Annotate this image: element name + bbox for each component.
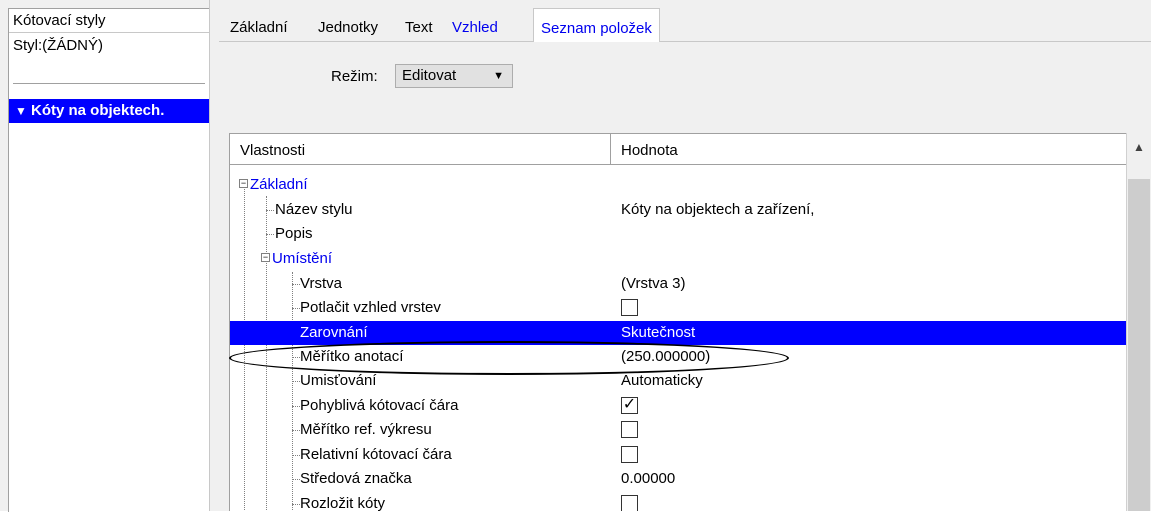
property-row[interactable]: Měřítko anotací (250.000000) bbox=[230, 345, 1126, 369]
property-value[interactable]: (Vrstva 3) bbox=[621, 272, 685, 296]
tree-line bbox=[292, 479, 300, 480]
properties-panel: Základní Jednotky Text Vzhled Seznam pol… bbox=[219, 0, 1151, 511]
styles-list: Kótovací styly Styl:(ŽÁDNÝ) ▼ Kóty na obj… bbox=[8, 8, 209, 512]
grid-header: Vlastnosti Hodnota bbox=[230, 134, 1126, 165]
property-row[interactable]: Relativní kótovací čára bbox=[230, 443, 1126, 467]
mode-label: Režim: bbox=[331, 68, 378, 85]
property-name: Měřítko anotací bbox=[300, 348, 404, 365]
property-name: Potlačit vzhled vrstev bbox=[300, 299, 441, 316]
property-name: Popis bbox=[275, 225, 313, 242]
style-item-koty-na-objektech[interactable]: ▼ Kóty na objektech. bbox=[9, 99, 209, 123]
tree-line bbox=[292, 308, 300, 309]
property-row[interactable]: Středová značka 0.00000 bbox=[230, 467, 1126, 491]
panel-splitter[interactable] bbox=[209, 0, 219, 511]
property-row[interactable]: Rozložit kóty bbox=[230, 492, 1126, 511]
tree-line bbox=[292, 406, 300, 407]
scroll-thumb[interactable] bbox=[1128, 179, 1150, 511]
mode-select-value: Editovat bbox=[402, 67, 457, 84]
filter-icon: ▼ bbox=[15, 104, 27, 118]
property-name: Středová značka bbox=[300, 470, 412, 487]
tree-line bbox=[292, 455, 300, 456]
styles-panel-header: Kótovací styly bbox=[9, 9, 209, 33]
collapse-icon[interactable]: − bbox=[261, 253, 270, 262]
group-label: Umístění bbox=[272, 250, 333, 267]
tab-jednotky[interactable]: Jednotky bbox=[311, 8, 385, 41]
property-name: Vrstva bbox=[300, 275, 342, 292]
vertical-scrollbar[interactable]: ▲ bbox=[1126, 133, 1151, 511]
column-header-properties[interactable]: Vlastnosti bbox=[230, 134, 305, 164]
column-header-value[interactable]: Hodnota bbox=[611, 134, 678, 164]
tree-line bbox=[292, 504, 300, 505]
property-name: Pohyblivá kótovací čára bbox=[300, 397, 459, 414]
tree-line bbox=[292, 357, 300, 358]
property-name: Umisťování bbox=[300, 372, 377, 389]
property-name: Zarovnání bbox=[300, 324, 368, 341]
property-row-selected[interactable]: Zarovnání Skutečnost bbox=[230, 321, 1126, 345]
tree-line bbox=[292, 284, 300, 285]
property-value[interactable]: Automaticky bbox=[621, 369, 703, 393]
styles-panel: Kótovací styly Styl:(ŽÁDNÝ) ▼ Kóty na obj… bbox=[0, 0, 209, 512]
property-row[interactable]: Umisťování Automaticky bbox=[230, 369, 1126, 393]
tree-line bbox=[292, 430, 300, 431]
property-row[interactable]: Vrstva (Vrstva 3) bbox=[230, 272, 1126, 296]
tree-line bbox=[266, 234, 274, 235]
property-name: Rozložit kóty bbox=[300, 495, 386, 511]
checkbox-checked[interactable]: ✓ bbox=[621, 397, 638, 414]
group-row-zakladni[interactable]: − Základní bbox=[230, 173, 1126, 197]
divider bbox=[13, 83, 205, 84]
tree-line bbox=[266, 210, 274, 211]
chevron-down-icon: ▼ bbox=[493, 70, 504, 82]
checkbox-unchecked[interactable] bbox=[621, 421, 638, 438]
checkbox-unchecked[interactable] bbox=[621, 495, 638, 511]
group-label: Základní bbox=[250, 176, 308, 193]
property-row[interactable]: Popis bbox=[230, 222, 1126, 246]
collapse-icon[interactable]: − bbox=[239, 179, 248, 188]
tab-vzhled[interactable]: Vzhled bbox=[445, 8, 505, 41]
group-row-umisteni[interactable]: − Umístění bbox=[230, 247, 1126, 271]
property-row[interactable]: Pohyblivá kótovací čára ✓ bbox=[230, 394, 1126, 418]
property-name: Měřítko ref. výkresu bbox=[300, 421, 432, 438]
property-grid: Vlastnosti Hodnota − Základní Název styl… bbox=[229, 133, 1126, 511]
checkbox-unchecked[interactable] bbox=[621, 446, 638, 463]
tab-zakladni[interactable]: Základní bbox=[223, 8, 295, 41]
property-row[interactable]: Název stylu Kóty na objektech a zařízení… bbox=[230, 198, 1126, 222]
checkbox-unchecked[interactable] bbox=[621, 299, 638, 316]
tab-text[interactable]: Text bbox=[398, 8, 440, 41]
tree-line bbox=[292, 381, 300, 382]
property-name: Relativní kótovací čára bbox=[300, 446, 452, 463]
scroll-up-icon[interactable]: ▲ bbox=[1127, 133, 1151, 161]
current-style-label: Styl:(ŽÁDNÝ) bbox=[13, 37, 103, 54]
tab-bar: Základní Jednotky Text Vzhled Seznam pol… bbox=[219, 8, 1151, 42]
property-value[interactable]: Kóty na objektech a zařízení, bbox=[621, 198, 814, 222]
property-name: Název stylu bbox=[275, 201, 353, 218]
tab-seznam-polozek[interactable]: Seznam položek bbox=[533, 8, 660, 42]
mode-select[interactable]: Editovat ▼ bbox=[395, 64, 513, 88]
property-value[interactable]: (250.000000) bbox=[621, 345, 710, 369]
property-row[interactable]: Potlačit vzhled vrstev bbox=[230, 296, 1126, 320]
property-value[interactable]: 0.00000 bbox=[621, 467, 675, 491]
property-value[interactable]: Skutečnost bbox=[621, 321, 695, 345]
style-item-label: Kóty na objektech. bbox=[31, 102, 165, 119]
property-row[interactable]: Měřítko ref. výkresu bbox=[230, 418, 1126, 442]
